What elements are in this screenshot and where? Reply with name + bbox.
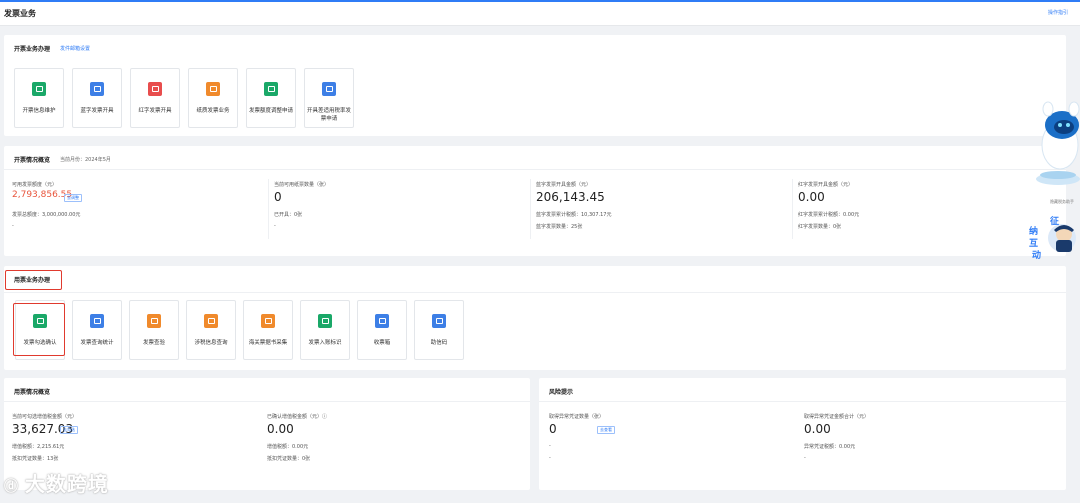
section-title-highlight: [5, 270, 62, 290]
stat-line-1: 已开具：0张: [274, 212, 303, 218]
receive-section-card: 用票业务办理 发票勾选确认 发票查询统计 发票查验 涉税信息查询 海关票据书采集 发票入账…: [4, 266, 1066, 370]
risk-card: 风险提示: [539, 378, 1066, 490]
mail-settings-link[interactable]: 发件邮箱设置: [60, 45, 90, 52]
receive-tile[interactable]: 海关票据书采集: [243, 300, 293, 360]
stat-line-2: 抵扣凭证数量：13张: [12, 456, 59, 462]
tile-highlight: [13, 303, 65, 356]
stat-line-2: 红字发票数量：0张: [798, 224, 842, 230]
risk-title: 风险提示: [549, 389, 574, 396]
issue-tile-label: 开具差适用税率发票申请: [307, 108, 352, 122]
issue-tile[interactable]: 开票信息维护: [14, 68, 64, 128]
pay-char-1: 征: [1050, 217, 1060, 227]
pay-char-4: 动: [1032, 251, 1042, 261]
issue-tile[interactable]: 蓝字发票开具: [72, 68, 122, 128]
stat-line-2: -: [274, 223, 276, 229]
stat-label: 当前可用纸票数量（张）: [274, 182, 330, 188]
receive-tile-label: 发票查验: [142, 340, 165, 346]
stat-action-badge[interactable]: 去查看: [597, 426, 615, 434]
stat-line-2: 抵扣凭证数量：0张: [267, 456, 311, 462]
edit-card-icon: [32, 82, 46, 96]
verify-icon: [147, 314, 161, 328]
stat-label: 蓝字发票开具金额（元）: [536, 182, 592, 188]
stat-value: 0: [549, 422, 557, 436]
watermark: ⓓ 大数跨境: [4, 468, 109, 497]
paper-invoice-icon: [206, 82, 220, 96]
guide-link[interactable]: 操作指引: [1048, 9, 1068, 16]
page-title: 发票业务: [4, 9, 36, 18]
stat-line-1: -: [549, 443, 551, 449]
stat-label: 红字发票开具金额（元）: [798, 182, 854, 188]
stat-line-1: 蓝字发票累计税额：10,307.17元: [536, 212, 612, 218]
receive-tile-label: 涉税信息查询: [194, 340, 228, 346]
issue-tile[interactable]: 红字发票开具: [130, 68, 180, 128]
receive-tile[interactable]: 发票查验: [129, 300, 179, 360]
stat-line-2: -: [549, 455, 551, 461]
stat-line-1: 红字发票累计税额：0.00元: [798, 212, 860, 218]
receive-tile[interactable]: 助信码: [414, 300, 464, 360]
stat-line-1: 增值税额：2,215.61元: [12, 444, 65, 450]
issue-overview-title: 开票情况概览: [14, 157, 51, 164]
stat-separator: [268, 179, 269, 239]
receive-tile-label: 海关票据书采集: [248, 340, 288, 346]
hide-assistant-label[interactable]: 隐藏税务助手: [1050, 199, 1074, 205]
watermark-logo-icon: ⓓ: [4, 479, 25, 495]
customs-collect-icon: [261, 314, 275, 328]
receive-tile[interactable]: 涉税信息查询: [186, 300, 236, 360]
stat-line-2: -: [804, 455, 806, 461]
issue-tile[interactable]: 开具差适用税率发票申请: [304, 68, 354, 128]
issue-tile-label: 蓝字发票开具: [80, 108, 114, 114]
receive-tile-label: 收票箱: [373, 340, 391, 346]
quota-adjust-icon: [264, 82, 278, 96]
tax-assistant-mascot[interactable]: [1022, 95, 1080, 187]
watermark-text: 大数跨境: [24, 472, 109, 496]
receive-overview-title: 用票情况概览: [14, 389, 51, 396]
issue-tile[interactable]: 纸质发票业务: [188, 68, 238, 128]
receive-tile[interactable]: 收票箱: [357, 300, 407, 360]
booking-mark-icon: [318, 314, 332, 328]
current-month: 当前月份：2024年5月: [60, 157, 111, 163]
stat-line-1: 发票总额度：3,000,000.00元: [12, 212, 81, 218]
issue-tile-label: 红字发票开具: [138, 108, 172, 114]
qr-code-icon: [432, 314, 446, 328]
issue-section-card: 开票业务办理 发件邮箱设置 开票信息维护 蓝字发票开具 红字发票开具 纸质发票业务 发票…: [4, 35, 1066, 136]
stat-line-2: -: [12, 223, 14, 229]
issue-overview-card: 开票情况概览 当前月份：2024年5月: [4, 146, 1066, 256]
stat-value: 206,143.45: [536, 190, 605, 204]
receive-tile-label: 发票查询统计: [80, 340, 114, 346]
page-header: 发票业务 操作指引: [0, 2, 1080, 26]
stat-label: 取得异常凭证数量（张）: [549, 414, 605, 420]
receive-tile[interactable]: 发票入账标识: [300, 300, 350, 360]
stat-label: 可用发票额度（元）: [12, 182, 58, 188]
stat-line-2: 蓝字发票数量：25张: [536, 224, 583, 230]
tax-info-icon: [204, 314, 218, 328]
stat-value: 0.00: [804, 422, 831, 436]
stat-label: 取得异常凭证金额合计（元）: [804, 414, 870, 420]
issue-tile-label: 开票信息维护: [22, 108, 56, 114]
stat-value: 0.00: [267, 422, 294, 436]
stat-separator: [792, 179, 793, 239]
stat-label: 已确认增值税金额（元）ⓘ: [267, 414, 328, 420]
stat-action-badge[interactable]: 去勾选: [60, 426, 78, 434]
issue-tile-label: 纸质发票业务: [196, 108, 230, 114]
stat-line-1: 异常凭证税额：0.00元: [804, 444, 856, 450]
issue-tile[interactable]: 发票额度调整申请: [246, 68, 296, 128]
stat-label: 当前可勾选增值税金额（元）: [12, 414, 78, 420]
issue-tile-label: 发票额度调整申请: [249, 108, 294, 114]
receive-tile[interactable]: 发票查询统计: [72, 300, 122, 360]
tax-rate-apply-icon: [322, 82, 336, 96]
stat-separator: [530, 179, 531, 239]
tax-interaction-widget[interactable]: 征 纳 互 动: [1026, 212, 1078, 264]
stat-action-badge[interactable]: 去调整: [64, 194, 82, 202]
invoice-red-icon: [148, 82, 162, 96]
issue-section-title: 开票业务办理: [14, 46, 51, 53]
invoice-blue-icon: [90, 82, 104, 96]
stat-value: 0.00: [798, 190, 825, 204]
inbox-icon: [375, 314, 389, 328]
stat-line-1: 增值税额：0.00元: [267, 444, 309, 450]
stat-value: 0: [274, 190, 282, 204]
receive-tile-label: 发票入账标识: [308, 340, 342, 346]
receive-tile-label: 助信码: [430, 340, 448, 346]
search-stats-icon: [90, 314, 104, 328]
